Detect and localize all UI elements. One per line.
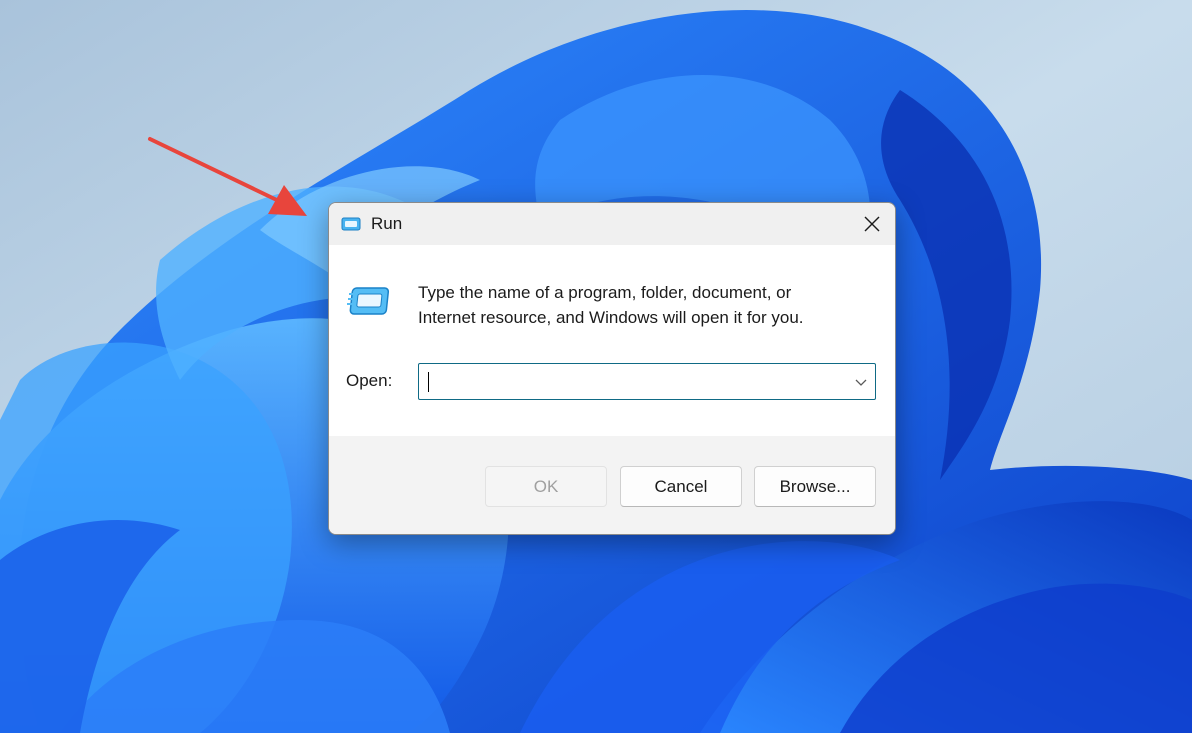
- text-cursor: [428, 372, 429, 392]
- dialog-content: Type the name of a program, folder, docu…: [329, 245, 895, 436]
- title-bar[interactable]: Run: [329, 203, 895, 245]
- open-label: Open:: [346, 371, 393, 390]
- browse-button[interactable]: Browse...: [754, 466, 876, 507]
- open-combobox[interactable]: [418, 363, 876, 400]
- run-dialog: Run Type the name of a program, folder, …: [328, 202, 896, 535]
- description-line-2: Internet resource, and Windows will open…: [418, 307, 804, 327]
- chevron-down-icon[interactable]: [853, 374, 869, 390]
- button-bar: OK Cancel Browse...: [329, 436, 895, 534]
- close-icon: [864, 216, 880, 232]
- ok-button[interactable]: OK: [485, 466, 607, 507]
- close-button[interactable]: [849, 203, 895, 245]
- description-line-1: Type the name of a program, folder, docu…: [418, 283, 792, 302]
- dialog-title: Run: [371, 214, 403, 233]
- dialog-description: Type the name of a program, folder, docu…: [418, 281, 804, 330]
- cancel-button[interactable]: Cancel: [620, 466, 742, 507]
- run-app-icon: [347, 287, 390, 315]
- run-app-icon: [341, 217, 361, 231]
